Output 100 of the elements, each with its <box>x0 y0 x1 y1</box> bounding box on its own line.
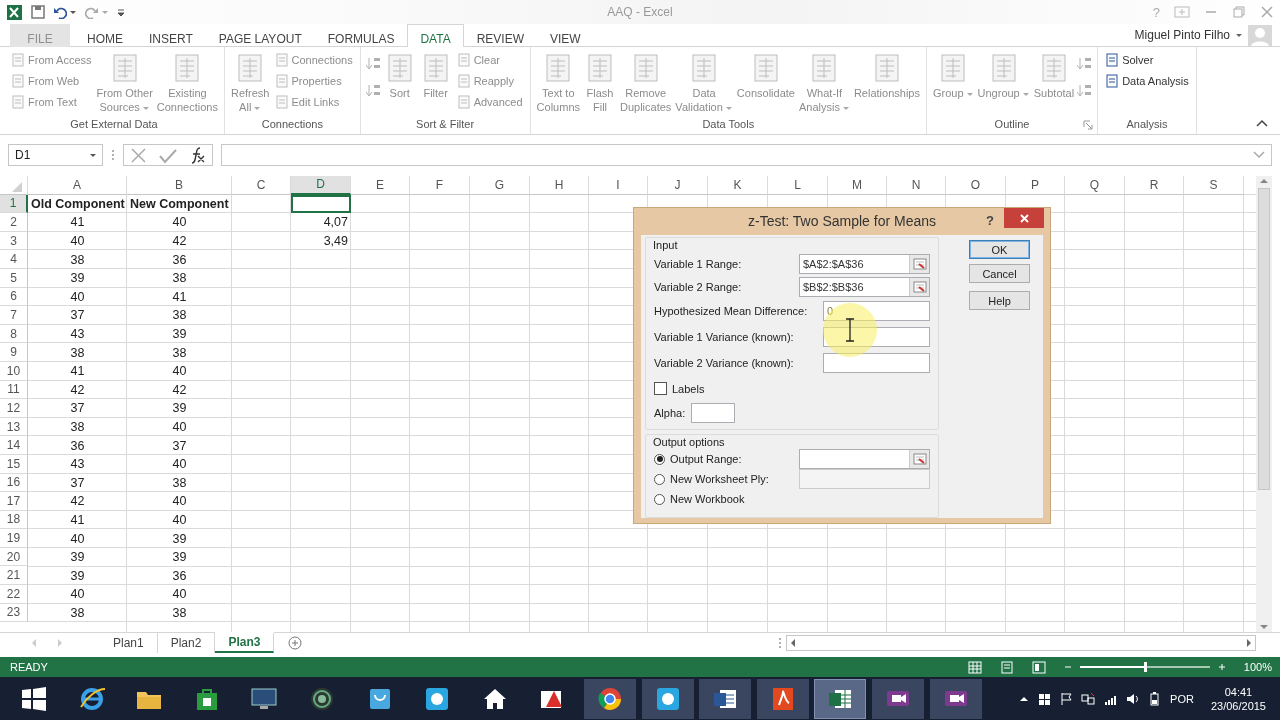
help-button[interactable]: ? <box>986 213 994 228</box>
ribbon-button[interactable]: Data Analysis <box>1103 71 1191 90</box>
network-icon[interactable] <box>1081 692 1096 706</box>
table-cell-text: 38 <box>171 604 188 622</box>
ribbon-tab[interactable]: PAGE LAYOUT <box>205 24 315 47</box>
caret-icon[interactable] <box>89 151 97 159</box>
clock-date[interactable]: 23/06/2015 <box>1210 699 1266 713</box>
input-field[interactable] <box>691 403 736 423</box>
taskbar-button[interactable] <box>583 679 636 719</box>
dialog-button[interactable]: Cancel <box>969 264 1030 283</box>
input-field[interactable] <box>823 327 930 347</box>
taskbar-button[interactable] <box>641 679 694 719</box>
taskbar-button[interactable] <box>699 679 752 719</box>
scroll-right-icon[interactable] <box>1245 638 1253 648</box>
table-cell-text: Old Component <box>30 195 126 213</box>
page-icon <box>456 73 471 88</box>
zoom-level[interactable]: 100% <box>1243 661 1272 673</box>
vertical-scrollbar[interactable] <box>1256 176 1272 632</box>
radio-label[interactable]: New Worksheet Ply: <box>670 473 769 485</box>
ribbon-button[interactable]: Solver <box>1103 50 1191 69</box>
window-title: AAQ - Excel <box>607 5 673 19</box>
sheet-tab[interactable]: Plan1 <box>100 633 158 653</box>
taskbar-button[interactable] <box>814 679 867 719</box>
volume-icon[interactable] <box>1126 692 1140 706</box>
table-cell-text: 36 <box>171 567 188 585</box>
account-name[interactable]: Miguel Pinto Filho <box>1134 28 1230 42</box>
zoom-slider-thumb[interactable] <box>1143 662 1147 672</box>
ribbon-tab[interactable]: REVIEW <box>463 24 537 47</box>
dialog-button[interactable]: OK <box>969 240 1030 259</box>
collapse-ribbon-icon[interactable] <box>1256 119 1268 128</box>
clock-time[interactable]: 04:41 <box>1224 685 1253 699</box>
language-indicator[interactable]: POR <box>1170 693 1194 705</box>
radio-button[interactable] <box>654 473 665 485</box>
taskbar-button[interactable] <box>929 679 982 719</box>
flag-icon[interactable] <box>1060 692 1073 706</box>
formula-field[interactable] <box>221 144 1272 166</box>
caret-icon[interactable] <box>1235 31 1243 39</box>
table-cell-text: 39 <box>171 400 188 418</box>
normal-view-icon[interactable] <box>967 660 982 674</box>
taskbar-button[interactable] <box>756 679 809 719</box>
radio-label[interactable]: Output Range: <box>670 453 742 465</box>
add-sheet-icon[interactable] <box>288 636 303 650</box>
taskbar-button[interactable] <box>871 679 924 719</box>
range-field[interactable]: $A$2:$A$36 <box>799 253 930 274</box>
radio-button[interactable] <box>654 453 665 465</box>
dialog-button[interactable]: Help <box>969 291 1030 310</box>
range-picker-icon[interactable] <box>912 453 927 465</box>
grip-icon <box>111 149 115 161</box>
undo-icon[interactable] <box>53 5 67 19</box>
radio-button[interactable] <box>654 493 665 505</box>
horizontal-scrollbar[interactable] <box>786 635 1256 651</box>
table-cell-text: 38 <box>69 604 86 622</box>
checkbox-label[interactable]: Labels <box>672 382 705 395</box>
group-label: Data Tools <box>702 117 755 132</box>
customize-icon[interactable] <box>117 7 125 17</box>
grid-icon[interactable] <box>1038 692 1052 706</box>
status-text: READY <box>10 661 48 673</box>
page-icon <box>1105 52 1120 67</box>
ribbon-tab[interactable]: HOME <box>74 24 136 47</box>
page-break-icon[interactable] <box>1031 660 1046 674</box>
sheet-tab[interactable]: Plan2 <box>157 633 216 653</box>
range-field[interactable]: $B$2:$B$36 <box>799 276 930 297</box>
ribbon-tab[interactable]: FORMULAS <box>314 24 408 47</box>
ribbon-tab[interactable]: INSERT <box>136 24 206 47</box>
radio-label[interactable]: New Workbook <box>670 493 745 505</box>
dialog-launcher-icon[interactable] <box>1083 120 1094 130</box>
sheet-tab[interactable]: Plan3 <box>215 633 275 653</box>
selected-cell[interactable] <box>291 194 351 214</box>
range-field[interactable] <box>799 469 930 489</box>
range-picker-icon[interactable] <box>912 280 927 293</box>
input-field[interactable]: 0 <box>823 301 930 321</box>
checkbox[interactable] <box>654 382 667 395</box>
scroll-left-icon[interactable] <box>789 638 797 648</box>
app-icon[interactable] <box>6 3 23 21</box>
name-box[interactable]: D1 <box>8 144 103 166</box>
group-label: Analysis <box>1126 117 1168 132</box>
caret-icon[interactable] <box>69 8 77 16</box>
page-icon <box>274 52 289 67</box>
zoom-out-icon[interactable] <box>1063 663 1072 671</box>
scroll-up-icon[interactable] <box>1259 178 1269 184</box>
dialog-title: z-Test: Two Sample for Means <box>747 213 936 229</box>
function-icon[interactable] <box>189 146 206 164</box>
row-header[interactable]: 21 <box>0 566 28 586</box>
field-label: Variable 1 Variance (known): <box>654 331 794 343</box>
scroll-down-icon[interactable] <box>1259 624 1269 630</box>
battery-icon[interactable] <box>1148 692 1162 706</box>
column-header[interactable]: D <box>291 176 351 195</box>
input-field[interactable] <box>823 353 930 373</box>
table-cell-text: 37 <box>69 474 86 492</box>
zoom-in-icon[interactable] <box>1217 663 1226 671</box>
save-icon[interactable] <box>31 5 45 19</box>
table-cell-text: 37 <box>69 400 86 418</box>
table-cell-text: 37 <box>171 437 188 455</box>
ribbon-tab[interactable]: DATA <box>407 24 464 48</box>
show-hidden-icon[interactable] <box>1019 695 1030 703</box>
close-button[interactable] <box>1004 208 1044 228</box>
range-field[interactable] <box>799 449 930 469</box>
page-layout-icon[interactable] <box>999 660 1014 674</box>
range-picker-icon[interactable] <box>912 257 927 270</box>
ribbon-tab[interactable]: VIEW <box>537 24 594 47</box>
